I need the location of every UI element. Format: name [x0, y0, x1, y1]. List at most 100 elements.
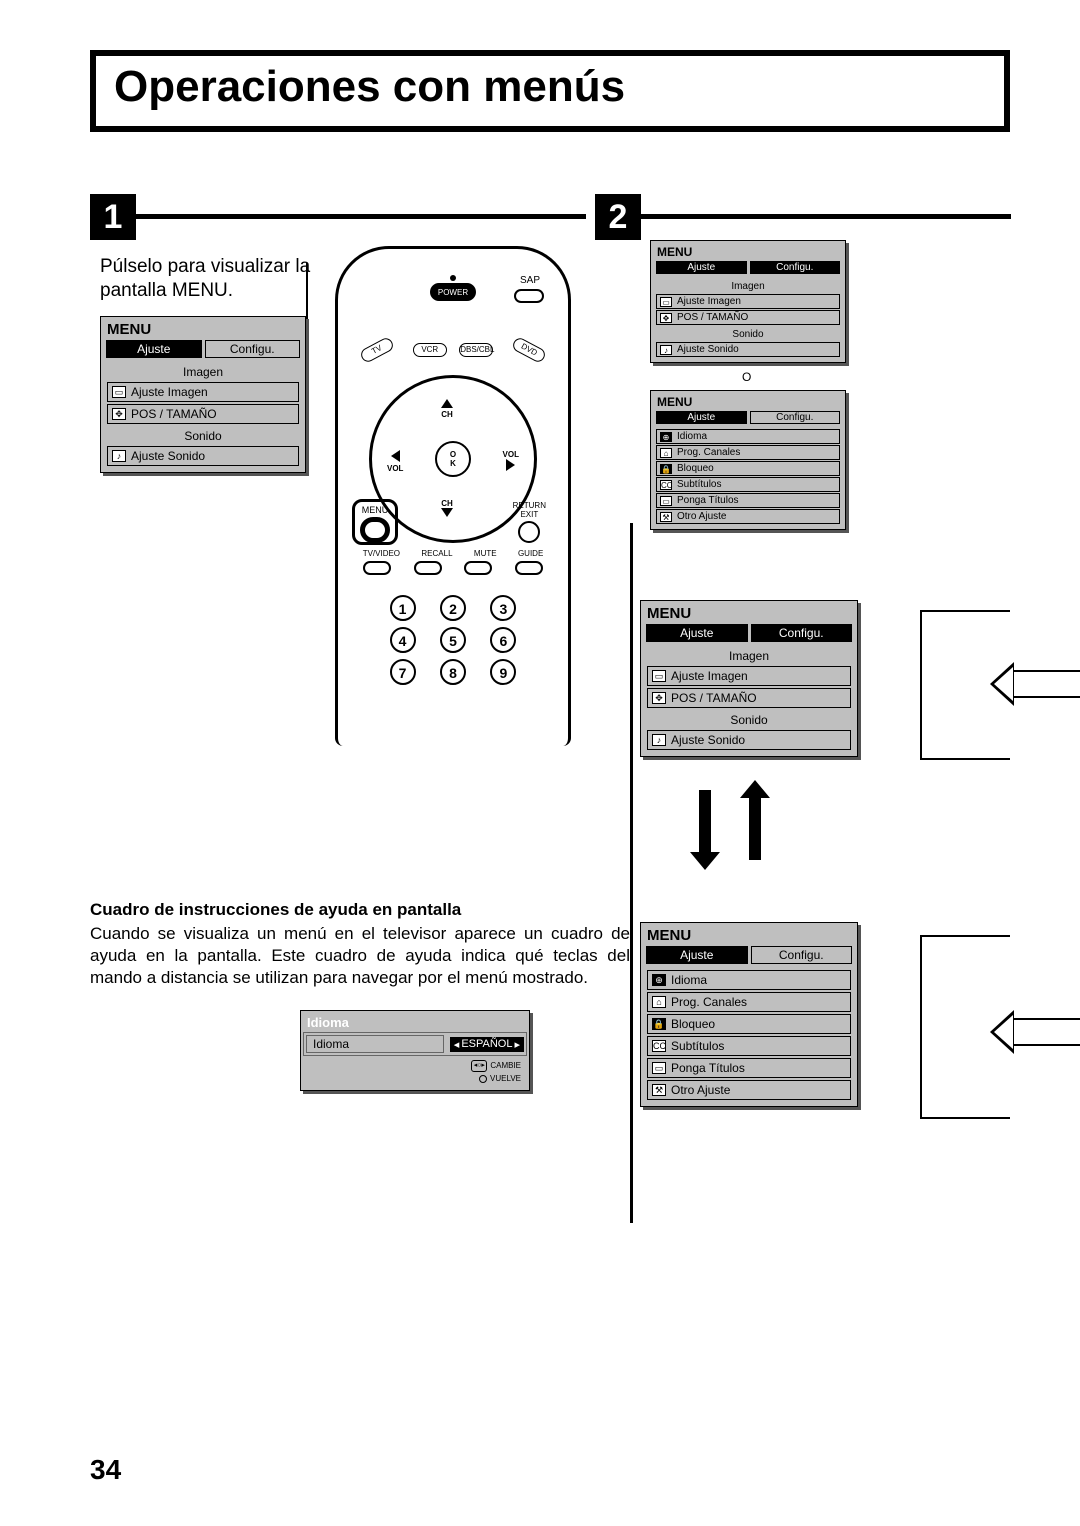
num-2-button[interactable]: 2: [440, 595, 466, 621]
tvvideo-button[interactable]: [363, 561, 391, 575]
exit-label: EXIT: [513, 510, 546, 519]
help-heading: Cuadro de instrucciones de ayuda en pant…: [90, 900, 630, 920]
position-icon: ✥: [112, 408, 126, 420]
menu-item-ajuste-sonido[interactable]: ♪Ajuste Sonido: [107, 446, 299, 466]
menu-item-pos-tamano[interactable]: ✥POS / TAMAÑO: [656, 310, 840, 325]
cc-icon: CC: [652, 1040, 666, 1052]
arrow-up-icon: [740, 780, 770, 870]
menu-item-subtitulos[interactable]: CCSubtítulos: [656, 477, 840, 492]
menu-item-pos-tamano[interactable]: ✥POS / TAMAÑO: [107, 404, 299, 424]
tab-configu[interactable]: Configu.: [750, 261, 841, 274]
tab-ajuste[interactable]: Ajuste: [646, 946, 748, 964]
mute-label: MUTE: [474, 549, 497, 558]
idioma-value[interactable]: ◂ESPAÑOL▸: [450, 1037, 524, 1052]
num-8-button[interactable]: 8: [440, 659, 466, 685]
menu-item-bloqueo[interactable]: 🔒Bloqueo: [656, 461, 840, 476]
step-2-rule: [641, 214, 1011, 219]
arrow-down-icon: [441, 508, 453, 517]
dpad-down[interactable]: CH: [441, 499, 453, 519]
num-4-button[interactable]: 4: [390, 627, 416, 653]
menu-item-otro-ajuste[interactable]: ⚒Otro Ajuste: [656, 509, 840, 524]
num-7-button[interactable]: 7: [390, 659, 416, 685]
arrow-down-icon: [690, 780, 720, 870]
step-2-badge: 2: [595, 194, 641, 240]
dpad: CH CH VOL VOL OK: [393, 399, 513, 519]
sound-icon: ♪: [660, 345, 672, 355]
num-1-button[interactable]: 1: [390, 595, 416, 621]
menu-item-ponga-titulos[interactable]: ▭Ponga Títulos: [656, 493, 840, 508]
menu-item-ajuste-sonido[interactable]: ♪Ajuste Sonido: [656, 342, 840, 357]
globe-icon: ⊕: [660, 432, 672, 442]
menu-item-idioma[interactable]: ⊕Idioma: [656, 429, 840, 444]
picture-icon: ▭: [652, 670, 666, 682]
tab-ajuste[interactable]: Ajuste: [646, 624, 748, 642]
position-icon: ✥: [652, 692, 666, 704]
leader-line: [306, 263, 308, 340]
tab-configu[interactable]: Configu.: [751, 624, 853, 642]
tab-ajuste[interactable]: Ajuste: [656, 261, 747, 274]
section-divider: [630, 523, 633, 1223]
tab-ajuste[interactable]: Ajuste: [106, 340, 202, 358]
menu-item-pos-tamano[interactable]: ✥POS / TAMAÑO: [647, 688, 851, 708]
return-exit-button[interactable]: [518, 521, 540, 543]
menu-section-sonido: Sonido: [105, 426, 301, 444]
menu-item-idioma[interactable]: ⊕Idioma: [647, 970, 851, 990]
step-1-rule: [136, 214, 586, 219]
menu-item-otro-ajuste[interactable]: ⚒Otro Ajuste: [647, 1080, 851, 1100]
num-6-button[interactable]: 6: [490, 627, 516, 653]
label-icon: ▭: [652, 1062, 666, 1074]
power-button[interactable]: POWER: [430, 283, 476, 301]
picture-icon: ▭: [660, 297, 672, 307]
menu-section-sonido: Sonido: [655, 326, 841, 341]
menu-item-ajuste-imagen[interactable]: ▭Ajuste Imagen: [656, 294, 840, 309]
menu-title: MENU: [653, 243, 843, 261]
dpad-right[interactable]: VOL: [503, 450, 519, 473]
menu-title: MENU: [103, 319, 303, 340]
o-marker: O: [742, 370, 751, 384]
power-led-icon: [450, 275, 456, 281]
idioma-label: Idioma: [306, 1035, 444, 1053]
menu-item-ajuste-imagen[interactable]: ▭Ajuste Imagen: [107, 382, 299, 402]
tab-configu[interactable]: Configu.: [205, 340, 301, 358]
sap-button[interactable]: [514, 289, 544, 303]
tab-configu[interactable]: Configu.: [750, 411, 841, 424]
menu-item-subtitulos[interactable]: CCSubtítulos: [647, 1036, 851, 1056]
return-label: RETURN: [513, 501, 546, 510]
guide-button[interactable]: [515, 561, 543, 575]
circle-icon: [479, 1075, 487, 1083]
mode-dvd-button[interactable]: DVD: [510, 336, 547, 364]
dpad-left[interactable]: VOL: [387, 450, 403, 473]
mute-button[interactable]: [464, 561, 492, 575]
position-icon: ✥: [660, 313, 672, 323]
menu-item-ajuste-sonido[interactable]: ♪Ajuste Sonido: [647, 730, 851, 750]
page-number: 34: [90, 1454, 121, 1486]
lock-icon: 🔒: [652, 1018, 666, 1030]
recall-button[interactable]: [414, 561, 442, 575]
sound-icon: ♪: [112, 450, 126, 462]
tvvideo-label: TV/VIDEO: [363, 549, 400, 558]
num-9-button[interactable]: 9: [490, 659, 516, 685]
help-block: Cuadro de instrucciones de ayuda en pant…: [90, 900, 630, 988]
menu-panel-step1: MENU Ajuste Configu. Imagen ▭Ajuste Imag…: [100, 316, 306, 473]
tab-ajuste[interactable]: Ajuste: [656, 411, 747, 424]
menu-button[interactable]: [360, 517, 390, 543]
menu-title: MENU: [643, 603, 855, 624]
num-3-button[interactable]: 3: [490, 595, 516, 621]
mode-dbs-button[interactable]: DBS/CBL: [459, 343, 493, 357]
dpad-up[interactable]: CH: [441, 399, 453, 419]
menu-panel-step2-configu-small: MENU Ajuste Configu. ⊕Idioma ⌂Prog. Cana…: [650, 390, 846, 530]
mode-vcr-button[interactable]: VCR: [413, 343, 447, 357]
menu-title: MENU: [653, 393, 843, 411]
tab-configu[interactable]: Configu.: [751, 946, 853, 964]
num-5-button[interactable]: 5: [440, 627, 466, 653]
vertical-arrows: [690, 780, 770, 870]
menu-item-ponga-titulos[interactable]: ▭Ponga Títulos: [647, 1058, 851, 1078]
step-1-instruction: Púlselo para visualizar la pantalla MENU…: [100, 255, 320, 303]
menu-item-bloqueo[interactable]: 🔒Bloqueo: [647, 1014, 851, 1034]
ok-button[interactable]: OK: [435, 441, 471, 477]
arrow-up-icon: [441, 399, 453, 408]
menu-item-prog-canales[interactable]: ⌂Prog. Canales: [647, 992, 851, 1012]
mode-tv-button[interactable]: TV: [359, 336, 396, 364]
menu-item-ajuste-imagen[interactable]: ▭Ajuste Imagen: [647, 666, 851, 686]
menu-item-prog-canales[interactable]: ⌂Prog. Canales: [656, 445, 840, 460]
